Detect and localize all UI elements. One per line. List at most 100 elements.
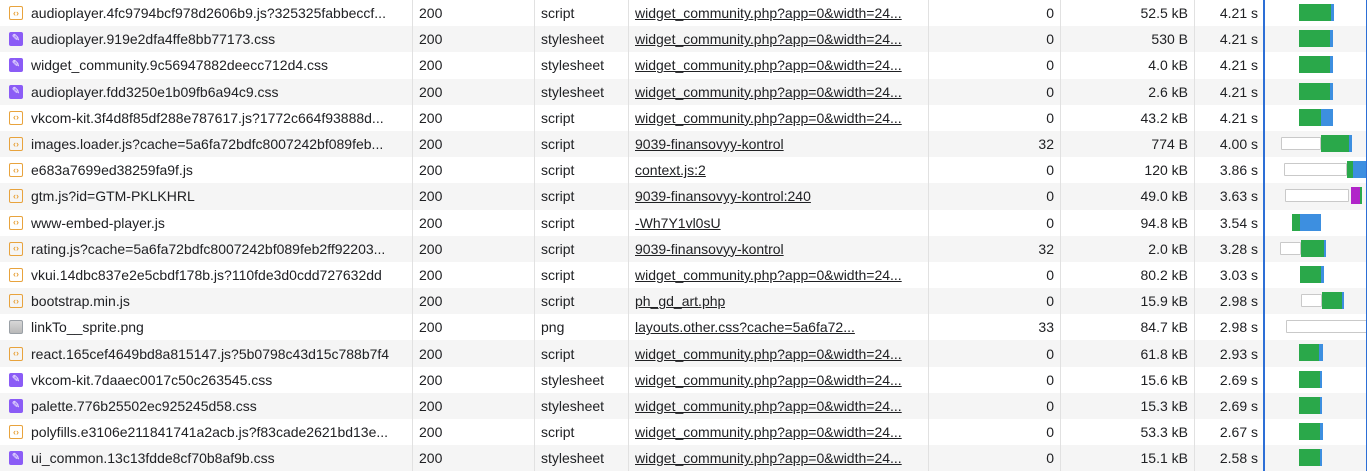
table-row[interactable]: ✎ widget_community.9c56947882deecc712d4.c… bbox=[0, 52, 1367, 79]
name-cell[interactable]: ‹› polyfills.e3106e211841741a2acb.js?f83c… bbox=[0, 419, 413, 446]
cookies-cell: 0 bbox=[929, 366, 1061, 393]
initiator-link[interactable]: 9039-finansovyy-kontrol bbox=[635, 136, 784, 152]
size-cell: 94.8 kB bbox=[1061, 209, 1195, 236]
waterfall-cell[interactable] bbox=[1265, 105, 1367, 131]
name-cell[interactable]: ‹› react.165cef4649bd8a815147.js?5b0798c4… bbox=[0, 340, 413, 367]
stylesheet-file-icon: ✎ bbox=[9, 398, 23, 413]
waterfall-cell[interactable] bbox=[1265, 210, 1367, 236]
waterfall-download-bar bbox=[1330, 82, 1333, 100]
time-cell: 2.58 s bbox=[1195, 445, 1265, 472]
name-cell[interactable]: ✎ vkcom-kit.7daaec0017c50c263545.css bbox=[0, 366, 413, 393]
name-cell[interactable]: ✎ audioplayer.fdd3250e1b09fb6a94c9.css bbox=[0, 78, 413, 105]
table-row[interactable]: ✎ vkcom-kit.7daaec0017c50c263545.css 200st… bbox=[0, 366, 1367, 393]
waterfall-cell[interactable] bbox=[1265, 445, 1367, 471]
initiator-link[interactable]: widget_community.php?app=0&width=24... bbox=[635, 267, 902, 283]
waterfall-waiting-bar bbox=[1360, 187, 1362, 205]
initiator-link[interactable]: widget_community.php?app=0&width=24... bbox=[635, 57, 902, 73]
initiator-link[interactable]: ph_gd_art.php bbox=[635, 293, 725, 309]
time-cell: 2.69 s bbox=[1195, 366, 1265, 393]
table-row[interactable]: ‹› gtm.js?id=GTM-PKLKHRL 200 script 9039-fin… bbox=[0, 183, 1367, 210]
cookies-cell: 0 bbox=[929, 392, 1061, 419]
name-cell[interactable]: ‹› vkcom-kit.3f4d8f85df288e787617.js?1772… bbox=[0, 104, 413, 131]
cookies-cell: 0 bbox=[929, 183, 1061, 210]
waterfall-cell[interactable] bbox=[1265, 236, 1367, 262]
table-row[interactable]: ✎ audioplayer.fdd3250e1b09fb6a94c9.css 200… bbox=[0, 78, 1367, 105]
name-cell[interactable]: linkTo__sprite.png bbox=[0, 314, 413, 341]
waterfall-cell[interactable] bbox=[1265, 26, 1367, 52]
name-cell[interactable]: ✎ ui_common.13c13fdde8cf70b8af9b.css bbox=[0, 445, 413, 472]
initiator-link[interactable]: widget_community.php?app=0&width=24... bbox=[635, 84, 902, 100]
initiator-cell: widget_community.php?app=0&width=24... bbox=[629, 261, 929, 289]
table-row[interactable]: ✎ ui_common.13c13fdde8cf70b8af9b.css 200st… bbox=[0, 445, 1367, 472]
waterfall-cell[interactable] bbox=[1265, 288, 1367, 314]
name-cell[interactable]: ‹› audioplayer.4fc9794bcf978d2606b9.js?32… bbox=[0, 0, 413, 27]
request-name: vkcom-kit.3f4d8f85df288e787617.js?1772c6… bbox=[31, 109, 384, 126]
waterfall-cell[interactable] bbox=[1265, 367, 1367, 393]
name-cell[interactable]: ‹› images.loader.js?cache=5a6fa72bdfc8007… bbox=[0, 130, 413, 158]
table-row[interactable]: ‹› images.loader.js?cache=5a6fa72bdfc8007… bbox=[0, 130, 1367, 158]
initiator-link[interactable]: -Wh7Y1vl0sU bbox=[635, 215, 721, 231]
waterfall-waiting-bar bbox=[1300, 265, 1321, 283]
table-row[interactable]: ‹› rating.js?cache=5a6fa72bdfc8007242bf08… bbox=[0, 235, 1367, 262]
size-cell: 2.0 kB bbox=[1061, 235, 1195, 262]
table-row[interactable]: ✎ palette.776b25502ec925245d58.css 200 styl… bbox=[0, 392, 1367, 419]
waterfall-cell[interactable] bbox=[1265, 79, 1367, 105]
waterfall-cell[interactable] bbox=[1265, 340, 1367, 366]
waterfall-download-bar bbox=[1331, 4, 1334, 21]
size-cell: 530 B bbox=[1061, 26, 1195, 53]
request-name: polyfills.e3106e211841741a2acb.js?f83cad… bbox=[31, 424, 389, 441]
request-name: linkTo__sprite.png bbox=[31, 319, 144, 336]
table-row[interactable]: ‹› vkcom-kit.3f4d8f85df288e787617.js?1772… bbox=[0, 104, 1367, 131]
name-cell[interactable]: ✎ widget_community.9c56947882deecc712d4.c… bbox=[0, 52, 413, 79]
initiator-link[interactable]: widget_community.php?app=0&width=24... bbox=[635, 424, 902, 440]
time-cell: 4.21 s bbox=[1195, 0, 1265, 27]
waterfall-cell[interactable] bbox=[1265, 393, 1367, 419]
name-cell[interactable]: ‹› bootstrap.min.js bbox=[0, 288, 413, 315]
initiator-link[interactable]: widget_community.php?app=0&width=24... bbox=[635, 31, 902, 47]
table-row[interactable]: ‹› audioplayer.4fc9794bcf978d2606b9.js?32… bbox=[0, 0, 1367, 27]
table-row[interactable]: ✎ audioplayer.919e2dfa4ffe8bb77173.css 200… bbox=[0, 26, 1367, 53]
waterfall-download-bar bbox=[1342, 292, 1344, 310]
request-name: vkcom-kit.7daaec0017c50c263545.css bbox=[31, 371, 273, 388]
cookies-cell: 33 bbox=[929, 314, 1061, 341]
waterfall-download-bar bbox=[1320, 370, 1322, 388]
name-cell[interactable]: ✎ palette.776b25502ec925245d58.css bbox=[0, 392, 413, 419]
name-cell[interactable]: ‹› rating.js?cache=5a6fa72bdfc8007242bf08… bbox=[0, 235, 413, 262]
table-row[interactable]: ‹› e683a7699ed38259fa9f.js 200 script contex… bbox=[0, 157, 1367, 184]
initiator-link[interactable]: widget_community.php?app=0&width=24... bbox=[635, 110, 902, 126]
waterfall-cell[interactable] bbox=[1265, 0, 1367, 26]
waterfall-queue-bar bbox=[1285, 189, 1349, 203]
initiator-link[interactable]: widget_community.php?app=0&width=24... bbox=[635, 450, 902, 466]
initiator-link[interactable]: widget_community.php?app=0&width=24... bbox=[635, 372, 902, 388]
request-name: vkui.14dbc837e2e5cbdf178b.js?110fde3d0cd… bbox=[31, 266, 382, 283]
waterfall-cell[interactable] bbox=[1265, 52, 1367, 78]
table-row[interactable]: ‹› react.165cef4649bd8a815147.js?5b0798c4… bbox=[0, 340, 1367, 367]
initiator-link[interactable]: widget_community.php?app=0&width=24... bbox=[635, 398, 902, 414]
waterfall-cell[interactable] bbox=[1265, 183, 1367, 209]
waterfall-cell[interactable] bbox=[1265, 262, 1367, 288]
initiator-link[interactable]: widget_community.php?app=0&width=24... bbox=[635, 346, 902, 362]
table-row[interactable]: ‹› www-embed-player.js 200 script -Wh7Y1vl0s… bbox=[0, 209, 1367, 236]
table-row[interactable]: linkTo__sprite.png 200 png layouts.other.cs… bbox=[0, 314, 1367, 341]
script-file-icon: ‹› bbox=[9, 163, 23, 178]
name-cell[interactable]: ‹› vkui.14dbc837e2e5cbdf178b.js?110fde3d0… bbox=[0, 261, 413, 289]
waterfall-cell[interactable] bbox=[1265, 131, 1367, 157]
table-row[interactable]: ‹› bootstrap.min.js 200 script ph_gd_art.php… bbox=[0, 288, 1367, 315]
waterfall-cell[interactable] bbox=[1265, 314, 1367, 340]
initiator-link[interactable]: 9039-finansovyy-kontrol:240 bbox=[635, 188, 811, 204]
table-row[interactable]: ‹› polyfills.e3106e211841741a2acb.js?f83c… bbox=[0, 419, 1367, 446]
waterfall-cell[interactable] bbox=[1265, 157, 1367, 183]
initiator-link[interactable]: 9039-finansovyy-kontrol bbox=[635, 241, 784, 257]
name-cell[interactable]: ‹› e683a7699ed38259fa9f.js bbox=[0, 157, 413, 184]
initiator-link[interactable]: widget_community.php?app=0&width=24... bbox=[635, 5, 902, 21]
name-cell[interactable]: ✎ audioplayer.919e2dfa4ffe8bb77173.css bbox=[0, 26, 413, 53]
table-row[interactable]: ‹› vkui.14dbc837e2e5cbdf178b.js?110fde3d0… bbox=[0, 261, 1367, 289]
waterfall-cell[interactable] bbox=[1265, 419, 1367, 445]
size-cell: 80.2 kB bbox=[1061, 261, 1195, 289]
initiator-cell: widget_community.php?app=0&width=24... bbox=[629, 0, 929, 27]
name-cell[interactable]: ‹› www-embed-player.js bbox=[0, 209, 413, 236]
name-cell[interactable]: ‹› gtm.js?id=GTM-PKLKHRL bbox=[0, 183, 413, 210]
initiator-link[interactable]: layouts.other.css?cache=5a6fa72... bbox=[635, 319, 855, 335]
initiator-link[interactable]: context.js:2 bbox=[635, 162, 706, 178]
size-cell: 49.0 kB bbox=[1061, 183, 1195, 210]
